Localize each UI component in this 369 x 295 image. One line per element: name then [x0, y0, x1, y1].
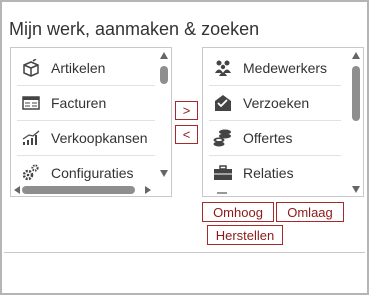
invoice-icon [20, 92, 42, 114]
scroll-right-icon[interactable] [145, 186, 151, 194]
vertical-scrollbar[interactable] [349, 50, 363, 196]
reset-button[interactable]: Herstellen [207, 225, 283, 245]
list-item[interactable]: Verzoeken [203, 86, 349, 120]
scroll-down-icon[interactable] [160, 170, 168, 177]
list-item-label: Medewerkers [243, 60, 328, 76]
horizontal-scrollbar[interactable] [11, 184, 157, 196]
scrollbar-thumb[interactable] [22, 186, 135, 194]
scrollbar-thumb[interactable] [352, 66, 360, 121]
list-item-label: Relaties [243, 165, 294, 181]
move-up-button[interactable]: Omhoog [202, 202, 274, 222]
list-item[interactable]: Relaties [203, 156, 349, 190]
list-item-label: Verzoeken [243, 95, 310, 111]
list-item[interactable]: Verkoopkansen [11, 121, 161, 155]
list-item-label: Verkoopkansen [51, 130, 148, 146]
panel-title: Mijn werk, aanmaken & zoeken [9, 19, 260, 39]
list-item-label: Facturen [51, 95, 107, 111]
envelope-icon [212, 92, 234, 114]
box-icon [20, 57, 42, 79]
scroll-up-icon[interactable] [160, 52, 168, 59]
scrollbar-thumb[interactable] [160, 66, 168, 84]
scroll-down-icon[interactable] [352, 186, 360, 193]
navigation-panel: Mijn werk, aanmaken & zoeken Artikelen F… [0, 0, 369, 295]
divider [4, 252, 365, 253]
list-item-label: Offertes [243, 130, 293, 146]
list-item-label: Configuraties [51, 165, 134, 181]
list-item[interactable]: Medewerkers [203, 51, 349, 85]
move-down-button[interactable]: Omlaag [276, 202, 344, 222]
scroll-left-icon[interactable] [14, 186, 20, 194]
list-item[interactable]: Offertes [203, 121, 349, 155]
list-item[interactable]: Artikelen [11, 51, 161, 85]
remove-item-button[interactable]: < [175, 125, 198, 144]
coins-icon [212, 127, 234, 149]
chart-icon [20, 127, 42, 149]
add-item-button[interactable]: > [175, 101, 198, 120]
partial-row [217, 192, 227, 196]
people-icon [212, 57, 234, 79]
selected-items-list[interactable]: Medewerkers Verzoeken Offertes Relaties [202, 47, 364, 197]
briefcase-icon [212, 162, 234, 184]
list-item[interactable]: Facturen [11, 86, 161, 120]
gears-icon [20, 162, 42, 184]
vertical-scrollbar[interactable] [157, 50, 171, 180]
list-item-label: Artikelen [51, 60, 106, 76]
available-items-list[interactable]: Artikelen Facturen Verkoopkansen Configu… [10, 47, 172, 197]
scroll-up-icon[interactable] [352, 52, 360, 59]
